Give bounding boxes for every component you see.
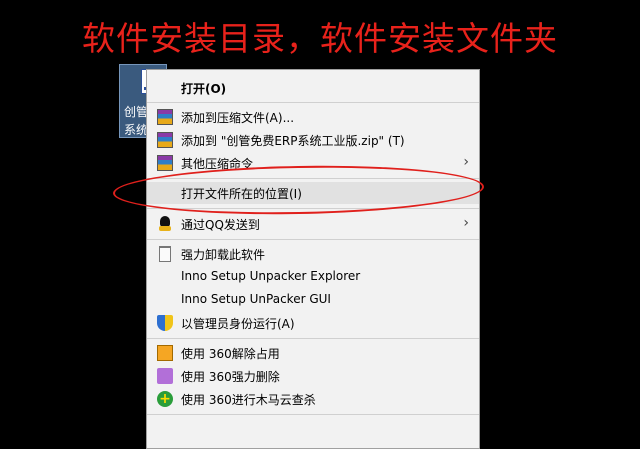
desktop-icon-label-line2: 系统: [124, 123, 149, 137]
menu-item-label: 使用 360进行木马云查杀: [181, 393, 316, 407]
menu-item-add-to-zip[interactable]: 添加到 "创管免费ERP系统工业版.zip" (T): [147, 129, 479, 151]
menu-item-label: Inno Setup Unpacker Explorer: [181, 269, 361, 283]
menu-item-label: 添加到压缩文件(A)...: [181, 111, 295, 125]
menu-item-label: 打开(O): [181, 82, 227, 96]
winrar-icon: [157, 109, 173, 125]
menu-item-force-uninstall[interactable]: 强力卸载此软件: [147, 243, 479, 265]
menu-item-label: 通过QQ发送到: [181, 218, 260, 232]
menu-item-add-to-archive[interactable]: 添加到压缩文件(A)...: [147, 106, 479, 128]
winrar-icon: [157, 132, 173, 148]
winrar-icon: [157, 155, 173, 171]
360-security-icon: +: [157, 391, 173, 407]
qq-penguin-icon: [157, 216, 173, 232]
360-shredder-icon: [157, 368, 173, 384]
menu-item-360-force-delete[interactable]: 使用 360强力删除: [147, 365, 479, 387]
menu-item-label: 添加到 "创管免费ERP系统工业版.zip" (T): [181, 134, 405, 148]
chevron-right-icon: ›: [463, 154, 469, 170]
menu-separator: [147, 414, 479, 415]
menu-item-run-as-admin[interactable]: 以管理员身份运行(A): [147, 312, 479, 334]
menu-item-inno-gui[interactable]: Inno Setup UnPacker GUI: [147, 289, 479, 311]
menu-separator: [147, 102, 479, 103]
context-menu: 打开(O) 添加到压缩文件(A)... 添加到 "创管免费ERP系统工业版.zi…: [146, 69, 480, 449]
uac-shield-icon: [157, 315, 173, 331]
trash-icon: [159, 246, 171, 262]
menu-item-360-cloud-scan[interactable]: + 使用 360进行木马云查杀: [147, 388, 479, 410]
menu-item-label: 使用 360解除占用: [181, 347, 280, 361]
360-unlock-icon: [157, 345, 173, 361]
menu-item-inno-explorer[interactable]: Inno Setup Unpacker Explorer: [147, 266, 479, 288]
menu-item-send-via-qq[interactable]: 通过QQ发送到 ›: [147, 213, 479, 235]
menu-item-open[interactable]: 打开(O): [147, 77, 479, 99]
menu-item-360-unlock[interactable]: 使用 360解除占用: [147, 342, 479, 364]
desktop-icon-label-line1: 创管: [124, 105, 149, 119]
menu-separator: [147, 338, 479, 339]
menu-item-label: Inno Setup UnPacker GUI: [181, 292, 331, 306]
menu-item-label: 以管理员身份运行(A): [181, 317, 295, 331]
menu-item-label: 强力卸载此软件: [181, 248, 266, 262]
menu-separator: [147, 239, 479, 240]
banner-title: 软件安装目录，软件安装文件夹: [82, 19, 558, 58]
menu-item-label: 使用 360强力删除: [181, 370, 280, 384]
chevron-right-icon: ›: [463, 215, 469, 231]
